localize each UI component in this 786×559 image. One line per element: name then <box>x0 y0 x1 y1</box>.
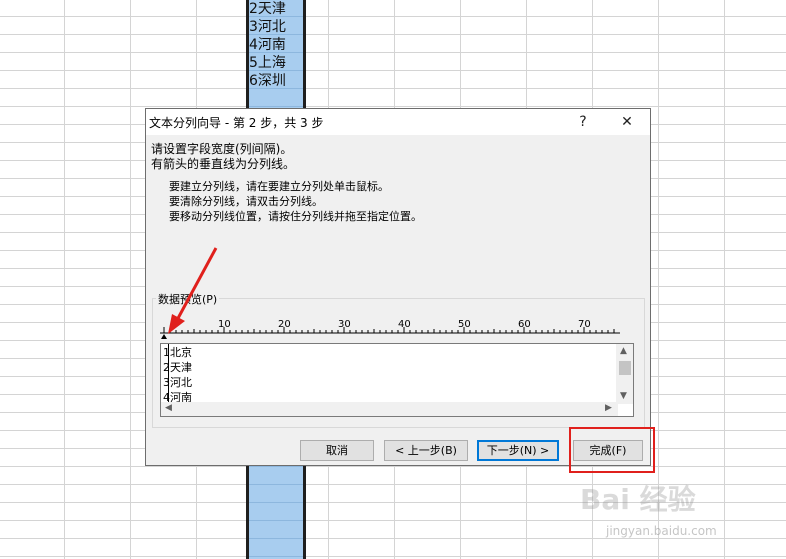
watermark-url: jingyan.baidu.com <box>606 524 717 538</box>
ruler-tick-label: 10 <box>218 319 231 330</box>
instruction-create: 要建立分列线，请在要建立分列处单击鼠标。 <box>169 180 389 193</box>
instruction-move: 要移动分列线位置，请按住分列线并拖至指定位置。 <box>169 210 422 223</box>
scroll-left-icon[interactable]: ◀ <box>165 403 172 413</box>
break-line-marker[interactable] <box>161 334 167 339</box>
dialog-title: 文本分列向导 - 第 2 步，共 3 步 <box>149 116 324 130</box>
back-button[interactable]: < 上一步(B) <box>384 440 468 461</box>
cell-row-6[interactable]: 6深圳 <box>249 72 304 90</box>
ruler-tick-label: 40 <box>398 319 411 330</box>
data-preview-label: 数据预览(P) <box>156 291 220 307</box>
scroll-thumb[interactable] <box>619 361 631 375</box>
scroll-up-icon[interactable]: ▲ <box>620 346 627 356</box>
close-icon[interactable]: ✕ <box>616 111 638 133</box>
help-icon[interactable]: ? <box>572 111 594 133</box>
cell-row-3[interactable]: 3河北 <box>249 18 304 36</box>
vertical-scrollbar[interactable]: ▲ ▼ <box>616 344 633 404</box>
ruler-tick-label: 50 <box>458 319 471 330</box>
instruction-clear: 要清除分列线，请双击分列线。 <box>169 195 323 208</box>
scroll-down-icon[interactable]: ▼ <box>620 391 627 401</box>
ruler-tick-label: 20 <box>278 319 291 330</box>
data-preview-box[interactable]: 1北京 2天津 3河北 4河南 ▲ ▼ ◀ ▶ <box>160 343 634 417</box>
cell-row-5[interactable]: 5上海 <box>249 54 304 72</box>
scroll-right-icon[interactable]: ▶ <box>605 403 612 413</box>
next-button[interactable]: 下一步(N) > <box>477 440 559 461</box>
cancel-button[interactable]: 取消 <box>300 440 374 461</box>
horizontal-scrollbar[interactable]: ◀ ▶ <box>161 402 618 416</box>
cell-row-2[interactable]: 2天津 <box>249 0 304 18</box>
ruler-tick-label: 70 <box>578 319 591 330</box>
baidu-watermark-logo: Bai 经验 <box>580 483 696 516</box>
cell-row-4[interactable]: 4河南 <box>249 36 304 54</box>
finish-highlight-box <box>569 427 655 473</box>
ruler-tick-label: 30 <box>338 319 351 330</box>
break-line-note: 有箭头的垂直线为分列线。 <box>151 157 296 171</box>
dialog-titlebar: 文本分列向导 - 第 2 步，共 3 步 ? ✕ <box>146 109 650 135</box>
ruler-tick-label: 60 <box>518 319 531 330</box>
column-ruler[interactable]: 10 20 30 40 50 60 70 <box>160 319 620 339</box>
text-to-columns-dialog: 文本分列向导 - 第 2 步，共 3 步 ? ✕ 请设置字段宽度(列间隔)。 有… <box>145 108 651 466</box>
